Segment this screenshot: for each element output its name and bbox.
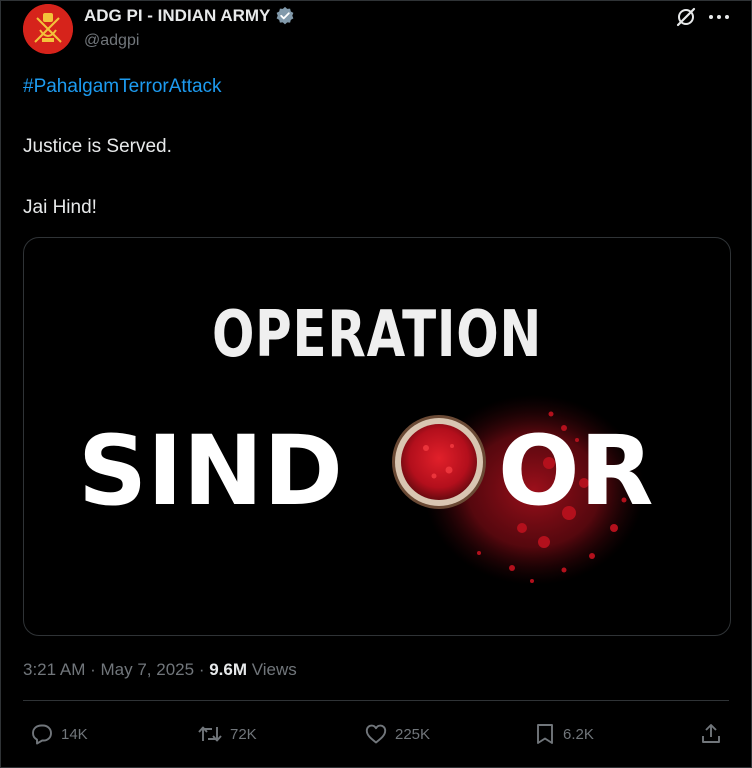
post-image[interactable]: OPERATION SIND OR — [23, 237, 731, 636]
like-count: 225K — [395, 725, 431, 743]
post-text-line: Justice is Served. — [23, 136, 172, 157]
sindoor-bowl-icon — [392, 415, 486, 509]
views-label: Views — [251, 660, 297, 679]
views-count: 9.6M — [209, 660, 248, 679]
author-handle[interactable]: @adgpi — [84, 32, 139, 50]
bookmark-button[interactable]: 6.2K — [533, 719, 594, 749]
post-date[interactable]: May 7, 2025 — [101, 660, 195, 679]
reply-count: 14K — [61, 725, 88, 743]
meta-separator: · — [198, 660, 205, 679]
repost-icon — [198, 726, 222, 742]
reply-icon — [32, 724, 52, 745]
author-avatar[interactable] — [23, 4, 73, 54]
more-icon[interactable] — [706, 5, 732, 29]
verified-badge-icon — [277, 6, 294, 25]
army-emblem-icon — [23, 4, 73, 54]
image-title-top: OPERATION — [212, 297, 542, 372]
share-icon — [702, 724, 720, 743]
share-button[interactable] — [699, 719, 723, 749]
reply-button[interactable]: 14K — [29, 719, 88, 749]
image-title-right: OR — [498, 415, 654, 527]
author-name[interactable]: ADG PI - INDIAN ARMY — [84, 6, 270, 26]
like-icon — [365, 724, 387, 744]
repost-count: 72K — [230, 725, 257, 743]
hashtag-link[interactable]: #PahalgamTerrorAttack — [23, 75, 222, 99]
grok-icon[interactable] — [674, 5, 698, 29]
post-meta: 3:21 AM · May 7, 2025 · 9.6M Views — [23, 660, 297, 680]
like-button[interactable]: 225K — [363, 719, 430, 749]
meta-separator: · — [90, 660, 96, 679]
operation-sindoor-graphic: OPERATION SIND OR — [78, 297, 654, 585]
author-name-row: ADG PI - INDIAN ARMY — [84, 6, 295, 26]
divider — [23, 700, 729, 701]
post-text-line: Jai Hind! — [23, 197, 97, 218]
bookmark-count: 6.2K — [563, 725, 594, 743]
repost-button[interactable]: 72K — [196, 719, 257, 749]
bookmark-icon — [537, 724, 553, 744]
image-title-left: SIND — [78, 415, 343, 527]
post-time[interactable]: 3:21 AM — [23, 660, 85, 679]
